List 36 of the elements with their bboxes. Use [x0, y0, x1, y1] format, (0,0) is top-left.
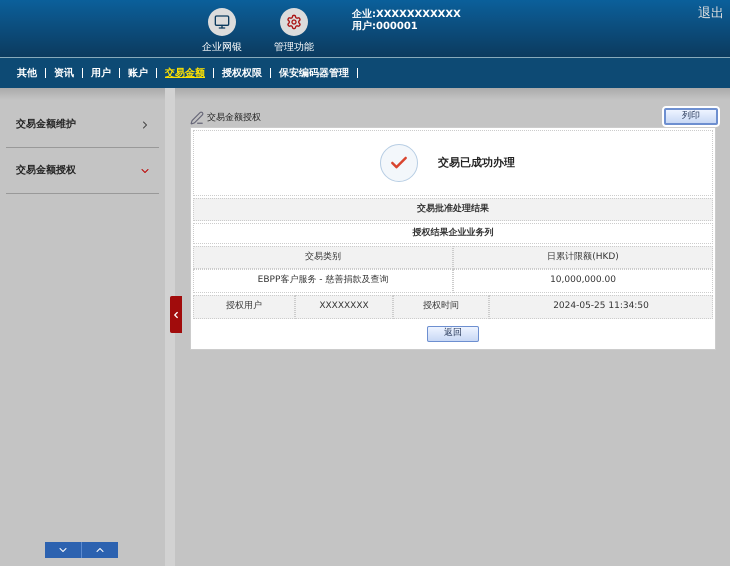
- success-message: 交易已成功办理: [438, 154, 515, 171]
- section-title: 交易批准处理结果: [193, 198, 713, 221]
- field-value: XXXXXXXX: [295, 295, 393, 319]
- field-label: 授权用户: [193, 295, 295, 319]
- column-header: 交易类别: [193, 246, 453, 269]
- success-check-icon: [380, 144, 418, 182]
- company-label: 企业:XXXXXXXXXXX: [352, 9, 461, 20]
- field-value: 2024-05-25 11:34:50: [489, 295, 713, 319]
- table-cell: EBPP客户服务 - 慈善捐款及查询: [193, 269, 453, 293]
- scroll-down-button[interactable]: [45, 542, 82, 558]
- nav-tab[interactable]: 用户: [91, 66, 111, 80]
- nav-tab[interactable]: 保安编码器管理: [279, 66, 349, 80]
- collapse-tab[interactable]: [170, 296, 182, 333]
- monitor-icon: [208, 8, 236, 36]
- scroll-up-button[interactable]: [82, 542, 118, 558]
- column-header: 日累计限额(HKD): [453, 246, 713, 269]
- table-cell: 10,000,000.00: [453, 269, 713, 293]
- subsection-title: 授权结果企业业务列: [193, 223, 713, 244]
- app-shortcut[interactable]: 企业网银: [198, 8, 246, 57]
- nav-tab[interactable]: 资讯: [54, 66, 74, 80]
- gears-icon: [280, 8, 308, 36]
- sidebar-item[interactable]: 交易金额维护: [6, 102, 159, 148]
- nav-tab[interactable]: 账户: [128, 66, 148, 80]
- back-button[interactable]: 返回: [427, 326, 479, 342]
- nav-tab[interactable]: 交易金额: [165, 66, 205, 80]
- sidebar-item[interactable]: 交易金额授权: [6, 148, 159, 194]
- nav-tab[interactable]: 授权权限: [222, 66, 262, 80]
- logout-link[interactable]: 退出: [698, 4, 724, 24]
- print-button[interactable]: 列印: [664, 108, 718, 125]
- user-label: 用户:000001: [352, 21, 419, 33]
- nav-tab[interactable]: 其他: [17, 66, 37, 80]
- field-label: 授权时间: [393, 295, 489, 319]
- page-title: 交易金额授权: [207, 112, 261, 124]
- app-shortcut[interactable]: 管理功能: [270, 8, 318, 57]
- pencil-icon: [190, 111, 204, 125]
- chevron-left-icon: [171, 310, 181, 320]
